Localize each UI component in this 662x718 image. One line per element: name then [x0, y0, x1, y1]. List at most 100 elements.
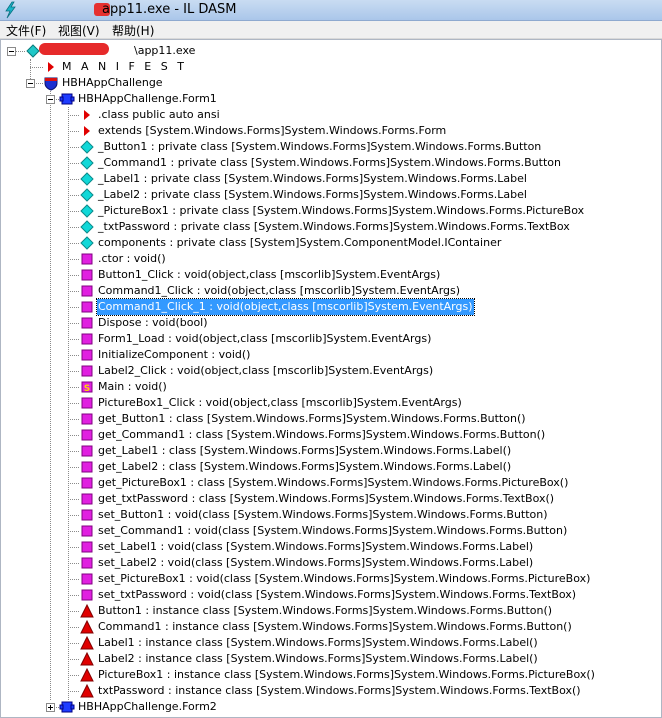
method-icon [79, 491, 95, 507]
tree-node-label: Label2_Click : void(object,class [mscorl… [98, 364, 434, 377]
tree-node-label: get_PictureBox1 : class [System.Windows.… [98, 476, 569, 489]
expand-toggle[interactable] [46, 703, 55, 712]
tree-connector-line [68, 323, 79, 324]
method-icon [79, 539, 95, 555]
tree-node-label: PictureBox1_Click : void(object,class [m… [98, 396, 462, 409]
tree-connector-line [68, 131, 79, 132]
tree-connector-line [68, 275, 79, 276]
tree-node-label: M A N I F E S T [62, 60, 187, 73]
tree-connector-line [68, 355, 79, 356]
method-icon [79, 299, 95, 315]
redacted-path-mark [39, 43, 109, 55]
method-icon [79, 459, 95, 475]
field-diamond-icon [79, 155, 95, 171]
tree-connector-line [68, 403, 79, 404]
tree-node-label: _Command1 : private class [System.Window… [98, 156, 561, 169]
method-icon [79, 347, 95, 363]
tree-node-label: set_Command1 : void(class [System.Window… [98, 524, 568, 537]
field-diamond-icon [79, 187, 95, 203]
tree-node-label: set_Label2 : void(class [System.Windows.… [98, 556, 534, 569]
tree-node-label: set_Label1 : void(class [System.Windows.… [98, 540, 534, 553]
method-icon [79, 475, 95, 491]
tree-node-label: Label2 : instance class [System.Windows.… [98, 652, 538, 665]
tree-connector-line [68, 483, 79, 484]
method-icon [79, 571, 95, 587]
tree-connector-line [68, 307, 79, 308]
tree-connector-line [68, 419, 79, 420]
tree-connector-line [68, 259, 79, 260]
tree-connector-line [68, 451, 79, 452]
tree-node-label: Dispose : void(bool) [98, 316, 208, 329]
tree-node-label: .ctor : void() [98, 252, 166, 265]
title-bar: app11.exe - IL DASM [0, 0, 662, 21]
method-icon [79, 395, 95, 411]
class-info-arrow-icon [79, 123, 95, 139]
tree-connector-line [68, 387, 79, 388]
tree-node-label: \app11.exe [134, 44, 196, 57]
member-tree-view[interactable]: \app11.exe M A N I F E S T HBHAppChallenge… [0, 39, 662, 718]
method-icon [79, 411, 95, 427]
tree-connector-line [68, 579, 79, 580]
tree-node-label: Button1 : instance class [System.Windows… [98, 604, 553, 617]
property-triangle-icon [79, 683, 95, 699]
tree-connector-line [50, 91, 51, 700]
menu-view[interactable]: 视图(V) [58, 22, 100, 39]
tree-node-label: InitializeComponent : void() [98, 348, 251, 361]
tree-node-label: get_Button1 : class [System.Windows.Form… [98, 412, 526, 425]
tree-node-label: _txtPassword : private class [System.Win… [98, 220, 570, 233]
il-dasm-app-icon [5, 1, 16, 19]
tree-connector-line [68, 243, 79, 244]
tree-connector-line [68, 435, 79, 436]
tree-node-label: get_Label2 : class [System.Windows.Forms… [98, 460, 512, 473]
menu-help[interactable]: 帮助(H) [112, 22, 154, 39]
tree-node-label: HBHAppChallenge.Form1 [78, 92, 217, 105]
method-icon [79, 251, 95, 267]
namespace-shield-icon [43, 75, 59, 91]
tree-node-label: get_txtPassword : class [System.Windows.… [98, 492, 555, 505]
collapse-toggle[interactable] [46, 95, 55, 104]
method-icon [79, 331, 95, 347]
tree-connector-line [68, 659, 79, 660]
tree-node-label: Main : void() [98, 380, 167, 393]
tree-node-label: Command1 : instance class [System.Window… [98, 620, 572, 633]
tree-node-label: Command1_Click : void(object,class [msco… [98, 284, 461, 297]
method-icon [79, 555, 95, 571]
property-triangle-icon [79, 603, 95, 619]
static-method-icon: S [79, 379, 95, 395]
tree-connector-line [68, 531, 79, 532]
method-icon [79, 267, 95, 283]
tree-node-label: Button1_Click : void(object,class [mscor… [98, 268, 441, 281]
tree-connector-line [68, 563, 79, 564]
tree-node-label: set_Button1 : void(class [System.Windows… [98, 508, 548, 521]
tree-node-label: HBHAppChallenge [62, 76, 163, 89]
method-icon [79, 315, 95, 331]
tree-node-label: extends [System.Windows.Forms]System.Win… [98, 124, 447, 137]
method-icon [79, 283, 95, 299]
tree-connector-line [68, 195, 79, 196]
tree-connector-line [68, 643, 79, 644]
tree-node-label: components : private class [System]Syste… [98, 236, 502, 249]
tree-connector-line [68, 227, 79, 228]
menu-file[interactable]: 文件(F) [6, 22, 46, 39]
tree-connector-line [68, 499, 79, 500]
field-diamond-icon [79, 139, 95, 155]
tree-connector-line [68, 211, 79, 212]
tree-node-label: Label1 : instance class [System.Windows.… [98, 636, 538, 649]
tree-node-label: set_txtPassword : void(class [System.Win… [98, 588, 577, 601]
tree-node-label: HBHAppChallenge.Form2 [78, 700, 217, 713]
field-diamond-icon [79, 171, 95, 187]
tree-node-label: get_Command1 : class [System.Windows.For… [98, 428, 546, 441]
tree-node-label: _Button1 : private class [System.Windows… [98, 140, 542, 153]
collapse-toggle[interactable] [7, 47, 16, 56]
tree-connector-line [68, 115, 79, 116]
collapse-toggle[interactable] [26, 79, 35, 88]
tree-connector-line [30, 67, 43, 68]
tree-connector-line [68, 339, 79, 340]
field-diamond-icon [79, 235, 95, 251]
tree-node-label: _Label2 : private class [System.Windows.… [98, 188, 527, 201]
property-triangle-icon [79, 619, 95, 635]
svg-text:S: S [84, 384, 90, 394]
tree-node-label: PictureBox1 : instance class [System.Win… [98, 668, 595, 681]
method-icon [79, 523, 95, 539]
tree-node-label: Form1_Load : void(object,class [mscorlib… [98, 332, 432, 345]
